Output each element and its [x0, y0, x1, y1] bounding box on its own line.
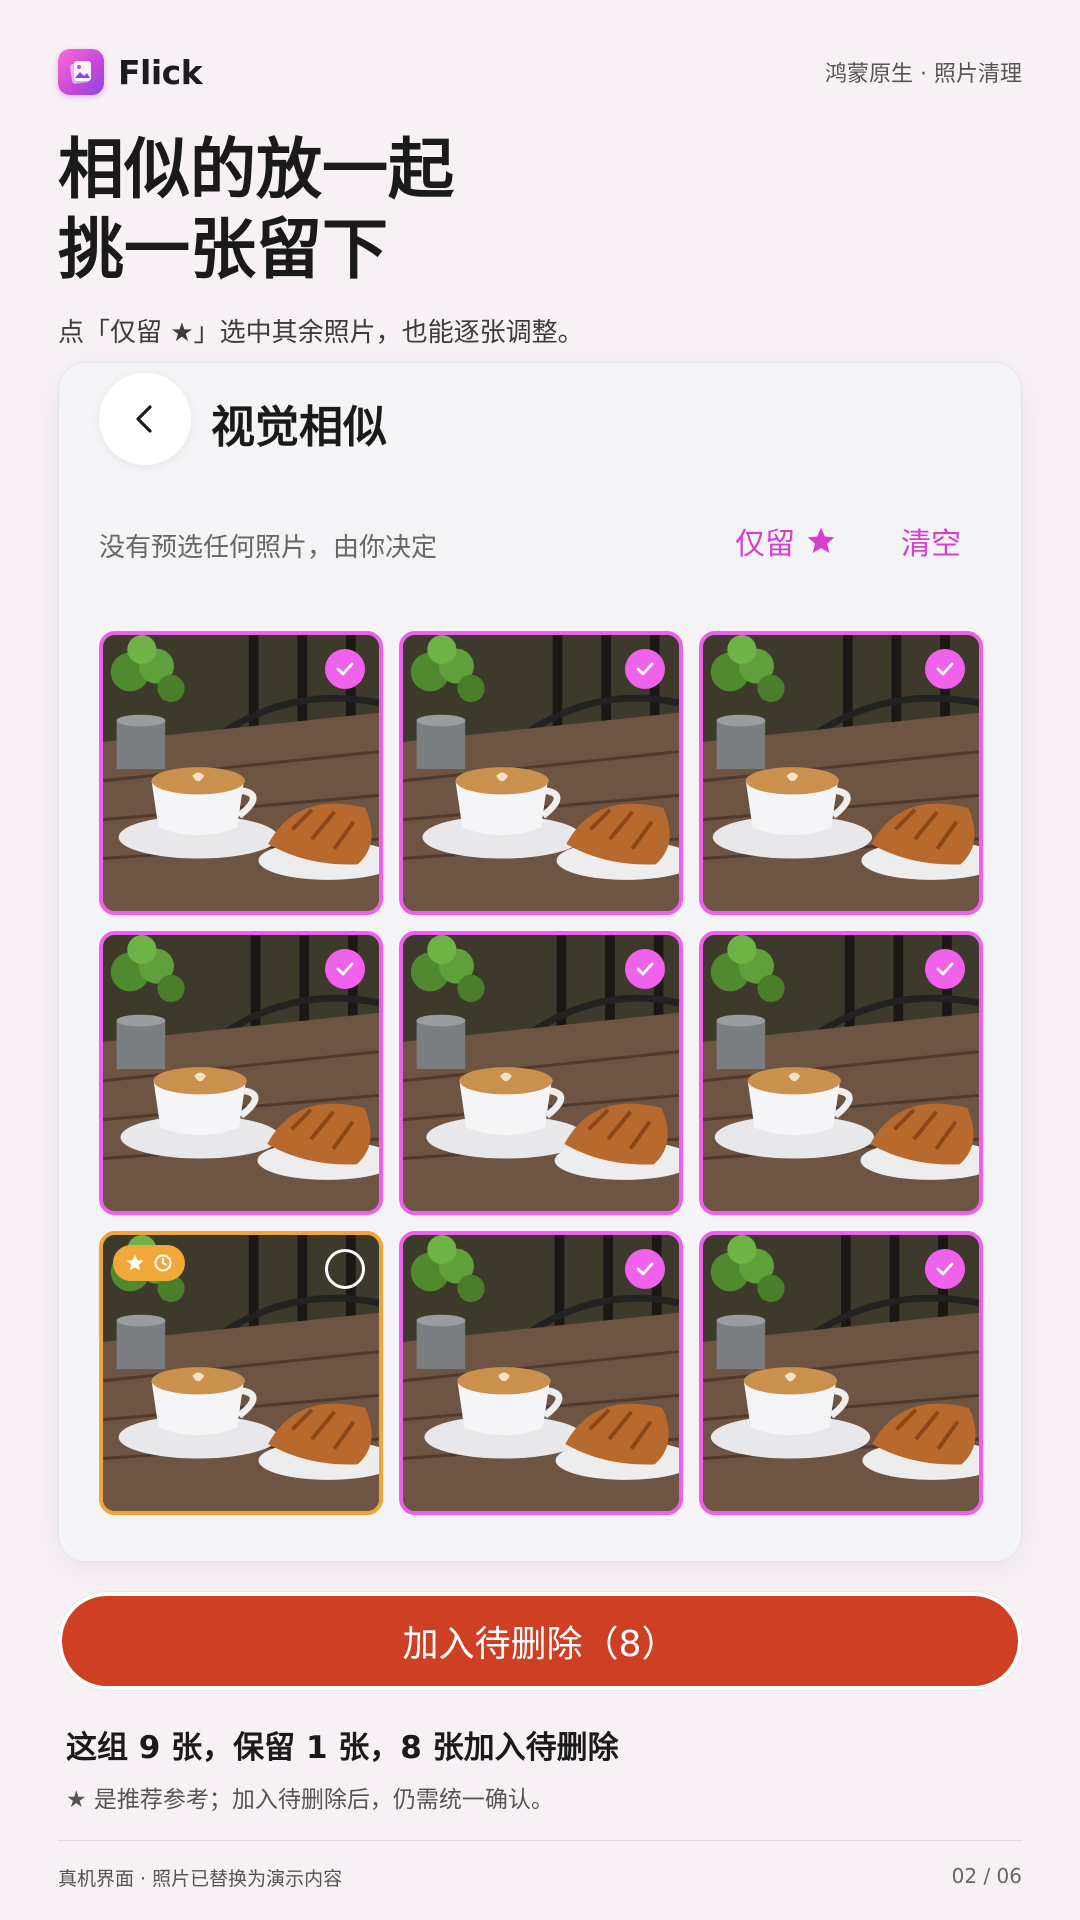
app-name: Flick [118, 52, 203, 92]
check-icon [636, 662, 654, 676]
photo-tile[interactable] [399, 631, 683, 915]
headline: 相似的放一起 挑一张留下 [58, 130, 454, 290]
footer-caption: 真机界面 · 照片已替换为演示内容 [58, 1868, 343, 1890]
screen-title: 视觉相似 [211, 402, 387, 453]
photo-tile[interactable] [699, 931, 983, 1215]
page-indicator: 02 / 06 [951, 1864, 1022, 1888]
app-logo-icon [58, 49, 104, 95]
photo-tile[interactable] [699, 1231, 983, 1515]
photo-tile[interactable] [99, 1231, 383, 1515]
selection-check[interactable] [925, 649, 965, 689]
selection-check[interactable] [325, 649, 365, 689]
info-text: 没有预选任何照片，由你决定 [99, 533, 438, 563]
check-icon [936, 662, 954, 676]
headline-line-2: 挑一张留下 [58, 211, 388, 288]
footer-divider [58, 1840, 1022, 1841]
add-to-delete-button[interactable]: 加入待删除（8） [58, 1592, 1022, 1690]
group-summary: 这组 9 张，保留 1 张，8 张加入待删除 [66, 1730, 619, 1766]
check-icon [936, 962, 954, 976]
recommendation-note: ★ 是推荐参考；加入待删除后，仍需统一确认。 [66, 1787, 554, 1813]
phone-screenshot-card: 视觉相似 没有预选任何照片，由你决定 仅留 清空 [58, 362, 1022, 1562]
photo-tile[interactable] [399, 931, 683, 1215]
header-meta: 鸿蒙原生 · 照片清理 [825, 62, 1022, 87]
selection-check[interactable] [325, 949, 365, 989]
check-icon [936, 1262, 954, 1276]
photo-tile[interactable] [99, 931, 383, 1215]
selection-check[interactable] [925, 949, 965, 989]
selection-check[interactable] [625, 649, 665, 689]
photo-grid [99, 631, 983, 1519]
clock-icon [154, 1254, 172, 1272]
photo-tile[interactable] [399, 1231, 683, 1515]
keep-star-button[interactable]: 仅留 [735, 519, 837, 563]
top-bar: Flick 鸿蒙原生 · 照片清理 [58, 48, 1022, 96]
check-icon [336, 962, 354, 976]
check-icon [336, 662, 354, 676]
selection-check[interactable] [325, 1249, 365, 1289]
star-icon [807, 527, 835, 553]
photo-tile[interactable] [699, 631, 983, 915]
selection-check[interactable] [925, 1249, 965, 1289]
recommended-badge [113, 1245, 185, 1281]
keep-star-label: 仅留 [735, 527, 795, 562]
selection-check[interactable] [625, 949, 665, 989]
check-icon [636, 1262, 654, 1276]
photo-tile[interactable] [99, 631, 383, 915]
star-icon [126, 1254, 144, 1271]
selection-check[interactable] [625, 1249, 665, 1289]
clear-button[interactable]: 清空 [901, 519, 961, 563]
subline: 点「仅留 ★」选中其余照片，也能逐张调整。 [58, 318, 584, 348]
brand: Flick [58, 49, 203, 95]
check-icon [636, 962, 654, 976]
headline-line-1: 相似的放一起 [58, 131, 454, 208]
chevron-left-icon [136, 405, 152, 433]
back-button[interactable] [99, 373, 191, 465]
